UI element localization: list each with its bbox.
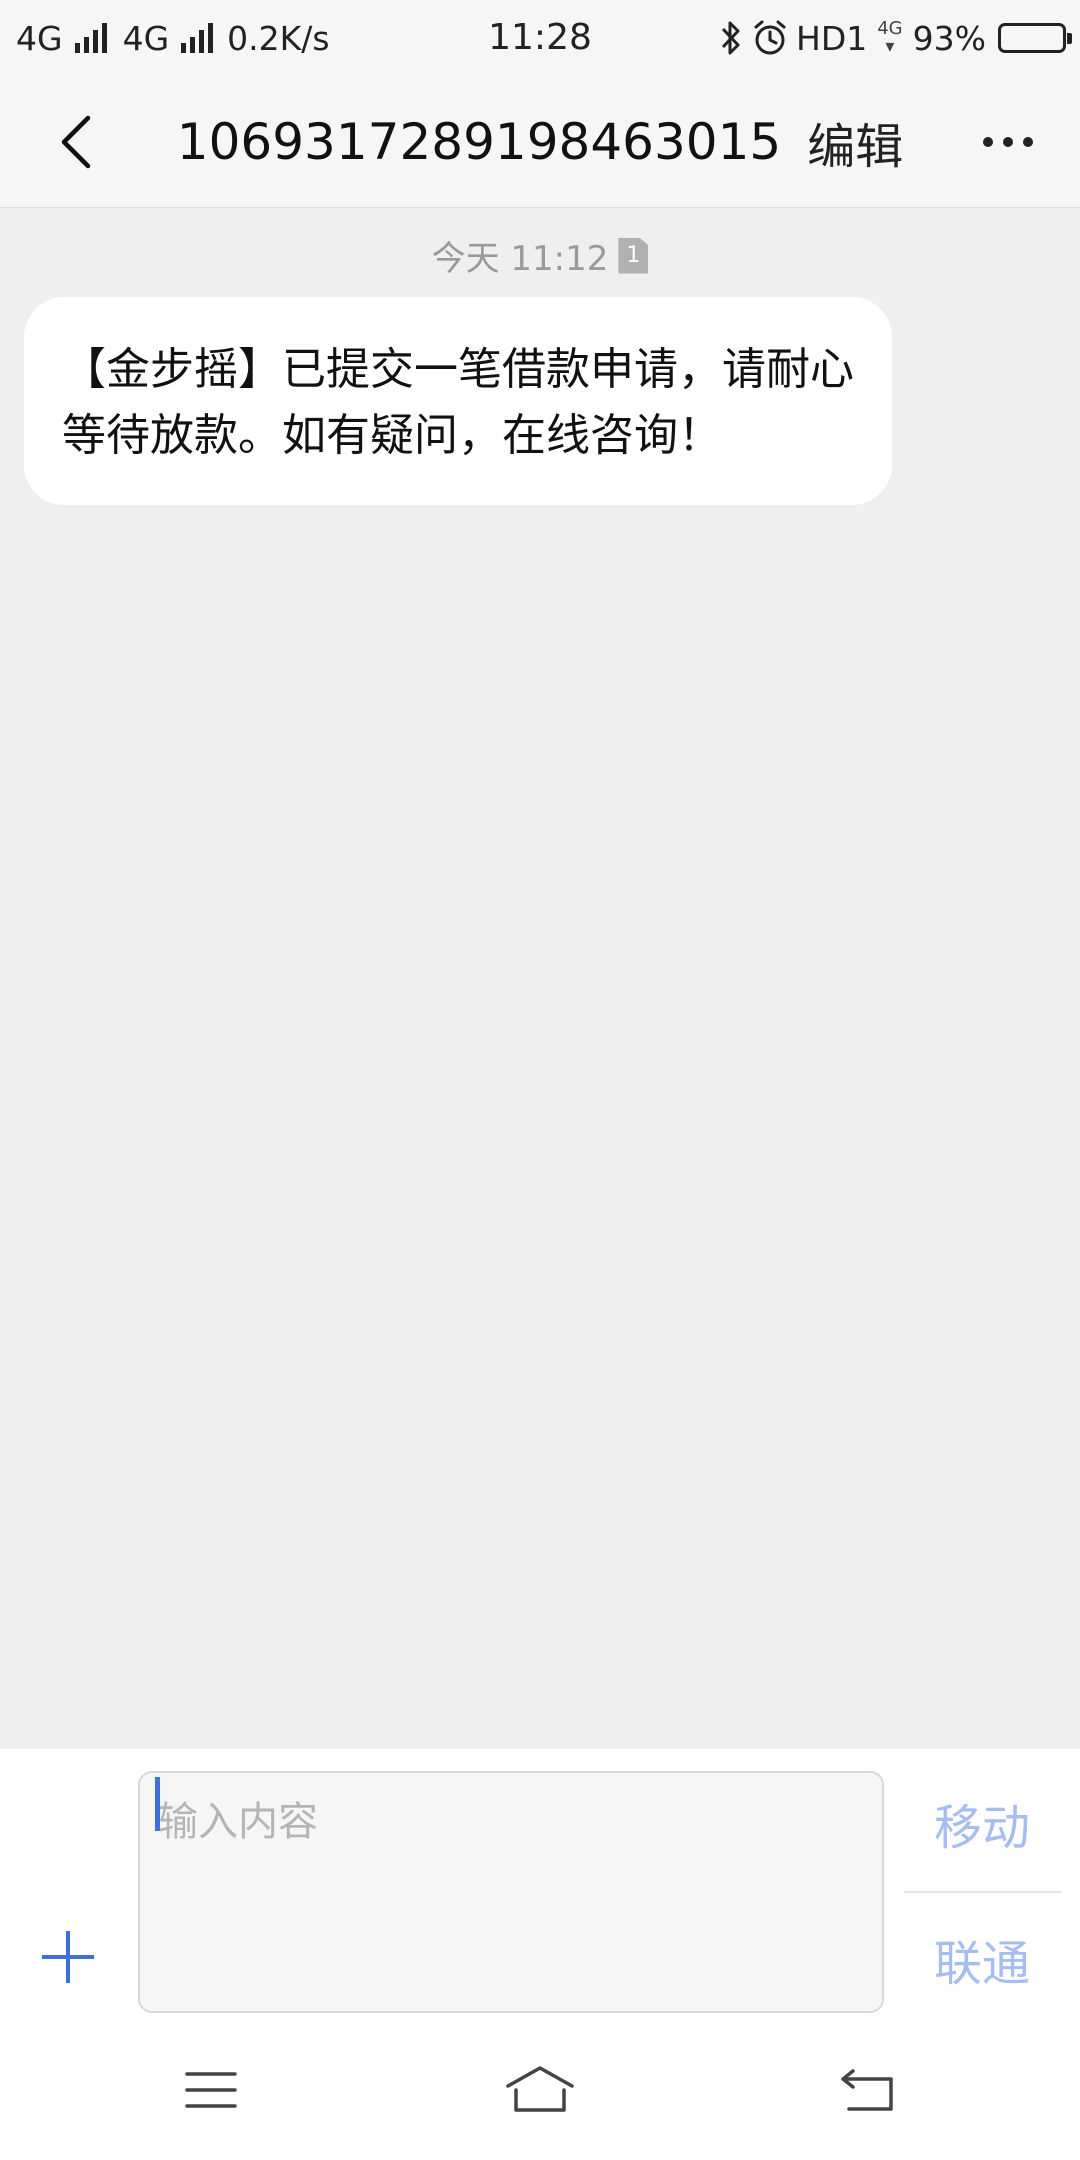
bluetooth-icon <box>721 21 740 55</box>
send-sim2-button[interactable]: 联通 <box>904 1907 1060 2011</box>
home-icon <box>506 2066 574 2112</box>
system-navigation-bar <box>0 2020 1080 2160</box>
data-arrows-icon: ▾ <box>885 36 895 57</box>
dot-icon <box>1003 137 1013 147</box>
timestamp-text: 今天 11:12 <box>431 239 609 279</box>
message-timestamp: 今天 11:12 1 <box>0 231 1080 280</box>
message-list[interactable]: 今天 11:12 1 【金步摇】已提交一笔借款申请，请耐心等待放款。如有疑问，在… <box>0 209 1080 1749</box>
hd-indicator: HD1 <box>796 18 868 58</box>
status-bar: 4G 4G 0.2K/s 11:28 HD1 4G ▾ 93% <box>0 0 1080 76</box>
back-button[interactable] <box>40 104 112 180</box>
battery-icon <box>998 23 1072 53</box>
dot-icon <box>1023 137 1033 147</box>
return-icon <box>841 2069 893 2111</box>
dot-icon <box>983 137 993 147</box>
header-title-row: 1069317289198463015 编辑 <box>0 76 1080 208</box>
alarm-icon <box>754 20 786 55</box>
battery-percent: 93% <box>912 18 986 58</box>
message-input[interactable] <box>138 1771 884 2013</box>
more-options-button[interactable] <box>970 112 1046 172</box>
nav-back-button[interactable] <box>808 2050 928 2130</box>
divider <box>904 1891 1062 1893</box>
conversation-header: 1069317289198463015 编辑 <box>0 76 1080 208</box>
sim-card-icon: 1 <box>618 237 649 274</box>
edit-button[interactable]: 编辑 <box>807 107 903 177</box>
menu-icon <box>185 2072 237 2108</box>
composer: 移动 联通 <box>0 1749 1080 2020</box>
message-bubble[interactable]: 【金步摇】已提交一笔借款申请，请耐心等待放款。如有疑问，在线咨询！ <box>24 297 892 505</box>
add-attachment-button[interactable] <box>38 1927 98 1987</box>
home-button[interactable] <box>480 2050 600 2130</box>
sim-network-indicator: 4G ▾ <box>877 20 902 56</box>
contact-number: 1069317289198463015 <box>176 113 782 171</box>
text-cursor <box>155 1777 160 1831</box>
recent-apps-button[interactable] <box>151 2050 271 2130</box>
chevron-left-icon <box>61 115 91 169</box>
status-right: HD1 4G ▾ 93% <box>718 14 1072 62</box>
send-buttons: 移动 联通 <box>904 1749 1080 2020</box>
send-sim1-button[interactable]: 移动 <box>904 1771 1060 1875</box>
